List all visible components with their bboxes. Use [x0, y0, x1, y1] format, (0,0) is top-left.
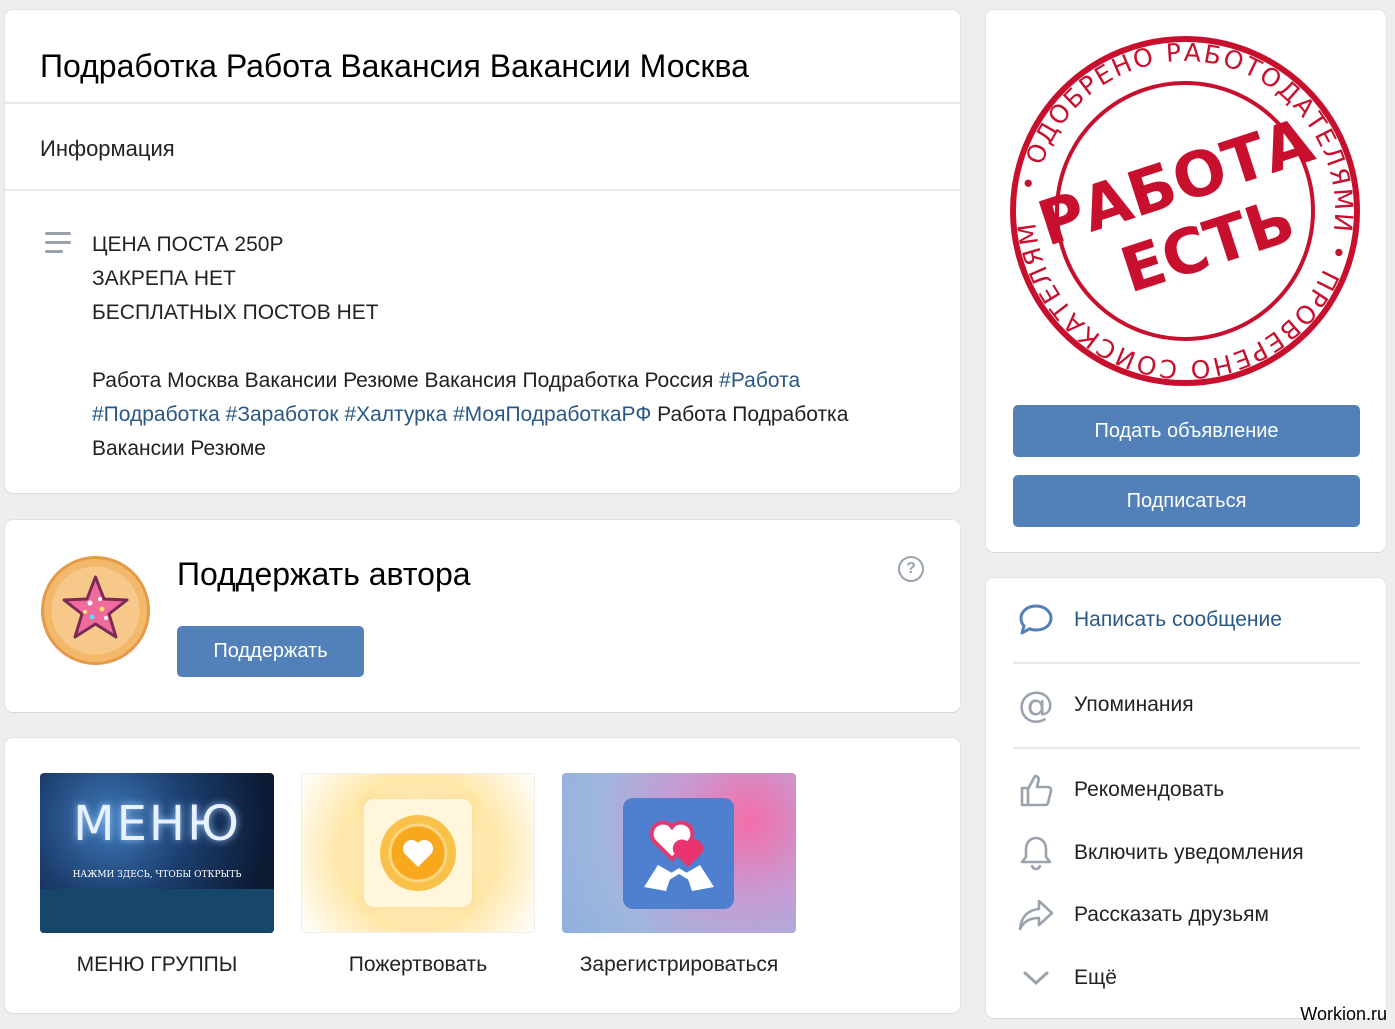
description-line: ЦЕНА ПОСТА 250Р [92, 233, 284, 256]
action-more[interactable]: Ещё [1016, 958, 1117, 998]
description-text: Вакансии Резюме [92, 437, 266, 460]
support-button[interactable]: Поддержать [177, 626, 364, 677]
action-label: Написать сообщение [1074, 608, 1282, 631]
apps-card: МЕНЮ НАЖМИ ЗДЕСЬ, ЧТОБЫ ОТКРЫТЬ МЕНЮ ГРУ… [5, 738, 960, 1013]
job-available-stamp: • ОДОБРЕНО РАБОТОДАТЕЛЯМИ • ПРОВЕРЕНО СО… [1006, 32, 1360, 386]
description-icon [45, 232, 71, 259]
app-donate-thumbnail[interactable] [301, 773, 535, 933]
action-share[interactable]: Рассказать друзьям [1016, 895, 1269, 935]
watermark: Workion.ru [1300, 1004, 1387, 1024]
help-icon[interactable]: ? [898, 556, 924, 582]
action-mentions[interactable]: @ Упоминания [1016, 684, 1194, 726]
chevron-down-icon [1016, 958, 1056, 998]
subscribe-button[interactable]: Подписаться [1013, 475, 1360, 527]
cover-card: • ОДОБРЕНО РАБОТОДАТЕЛЯМИ • ПРОВЕРЕНО СО… [986, 10, 1386, 552]
message-icon [1016, 600, 1056, 640]
description-text: Работа Москва Вакансии Резюме Вакансия П… [92, 369, 714, 392]
heart-coin-icon [380, 815, 456, 891]
divider [1013, 747, 1360, 749]
action-write-message[interactable]: Написать сообщение [1016, 600, 1282, 640]
share-icon [1016, 895, 1056, 935]
action-recommend[interactable]: Рекомендовать [1016, 770, 1224, 810]
hashtag-link[interactable]: #МояПодработкаРФ [453, 403, 651, 426]
menu-thumb-subtitle: НАЖМИ ЗДЕСЬ, ЧТОБЫ ОТКРЫТЬ [72, 870, 242, 880]
group-title: Подработка Работа Вакансия Вакансии Моск… [40, 48, 749, 84]
support-author-card: Поддержать автора Поддержать ? [5, 520, 960, 712]
app-register[interactable]: Зарегистрироваться [562, 773, 796, 977]
description-text: Работа Подработка [657, 403, 849, 426]
submit-ad-button[interactable]: Подать объявление [1013, 405, 1360, 457]
action-label: Рассказать друзьям [1074, 903, 1269, 926]
app-register-thumbnail[interactable] [562, 773, 796, 933]
divider [5, 102, 960, 104]
app-label[interactable]: Зарегистрироваться [562, 953, 796, 977]
star-cookie-icon [41, 556, 150, 665]
action-label: Упоминания [1074, 693, 1194, 716]
description-paragraph: Работа Москва Вакансии Резюме Вакансия П… [92, 364, 942, 466]
description-line: БЕСПЛАТНЫХ ПОСТОВ НЕТ [92, 301, 379, 324]
app-donate[interactable]: Пожертвовать [301, 773, 535, 977]
hearts-handshake-icon [644, 820, 714, 891]
app-menu-thumbnail[interactable]: МЕНЮ НАЖМИ ЗДЕСЬ, ЧТОБЫ ОТКРЫТЬ [40, 773, 274, 933]
hashtag-link[interactable]: #Работа [719, 369, 800, 392]
actions-card: Написать сообщение @ Упоминания Рекоменд… [986, 578, 1386, 1018]
app-label[interactable]: МЕНЮ ГРУППЫ [40, 953, 274, 977]
hashtag-link[interactable]: #Подработка [92, 403, 220, 426]
action-label: Ещё [1074, 966, 1117, 989]
menu-thumb-title: МЕНЮ [73, 796, 241, 852]
action-notifications[interactable]: Включить уведомления [1016, 833, 1304, 873]
bell-icon [1016, 833, 1056, 873]
hashtag-link[interactable]: #Заработок [226, 403, 339, 426]
info-section-label[interactable]: Информация [40, 136, 175, 162]
thumbs-up-icon [1016, 770, 1056, 810]
divider [5, 189, 960, 191]
action-label: Рекомендовать [1074, 778, 1225, 801]
divider [1013, 662, 1360, 664]
hashtag-link[interactable]: #Халтурка [344, 403, 447, 426]
group-description: ЦЕНА ПОСТА 250Р ЗАКРЕПА НЕТ БЕСПЛАТНЫХ П… [92, 228, 942, 466]
at-icon: @ [1018, 684, 1054, 726]
action-label: Включить уведомления [1074, 841, 1304, 864]
app-menu[interactable]: МЕНЮ НАЖМИ ЗДЕСЬ, ЧТОБЫ ОТКРЫТЬ МЕНЮ ГРУ… [40, 773, 274, 977]
app-label[interactable]: Пожертвовать [301, 953, 535, 977]
description-line: ЗАКРЕПА НЕТ [92, 267, 236, 290]
support-title: Поддержать автора [177, 556, 471, 592]
info-card: Подработка Работа Вакансия Вакансии Моск… [5, 10, 960, 493]
